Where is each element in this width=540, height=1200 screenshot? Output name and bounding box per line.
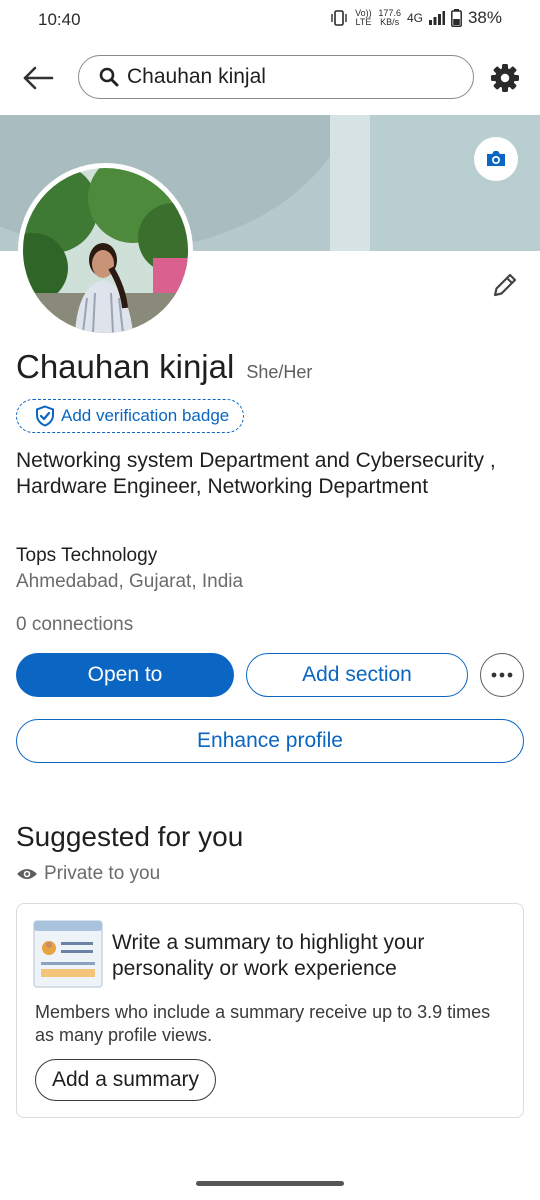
profile-name: Chauhan kinjal <box>16 348 235 385</box>
net-speed: 177.6 KB/s <box>378 9 401 27</box>
search-input[interactable]: Chauhan kinjal <box>78 55 474 99</box>
more-options-button[interactable] <box>480 653 524 697</box>
camera-icon <box>487 151 505 166</box>
status-bar: 10:40 Vo)) LTE 177.6 KB/s 4G 38% <box>0 0 540 40</box>
signal-icon <box>428 11 445 25</box>
eye-icon <box>17 869 37 879</box>
profile-avatar[interactable] <box>18 163 193 338</box>
suggestion-title: Write a summary to highlight your person… <box>112 931 425 980</box>
open-to-button[interactable]: Open to <box>16 653 234 697</box>
add-section-button[interactable]: Add section <box>246 653 468 697</box>
profile-location: Ahmedabad, Gujarat, India <box>16 571 244 592</box>
connections-count[interactable]: 0 connections <box>16 614 133 636</box>
suggestion-description: Members who include a summary receive up… <box>35 1002 491 1045</box>
status-icons: Vo)) LTE 177.6 KB/s 4G 38% <box>330 8 502 28</box>
suggestion-card: Write a summary to highlight your person… <box>16 903 524 1118</box>
privacy-label: Private to you <box>44 863 161 884</box>
volte-label: Vo)) LTE <box>355 8 372 27</box>
summary-illustration-icon <box>33 920 103 988</box>
privacy-note: Private to you <box>16 863 160 885</box>
settings-button[interactable] <box>488 61 522 95</box>
name-row: Chauhan kinjal She/Her <box>16 348 312 386</box>
search-query: Chauhan kinjal <box>127 65 266 88</box>
profile-company: Tops Technology <box>16 545 158 566</box>
edit-cover-button[interactable] <box>474 137 518 181</box>
suggested-title: Suggested for you <box>16 821 244 852</box>
network-type: 4G <box>406 11 423 25</box>
shield-check-icon <box>36 405 54 427</box>
battery-percent: 38% <box>467 8 502 27</box>
battery-icon <box>451 9 462 27</box>
profile-headline: Networking system Department and Cyberse… <box>16 449 496 498</box>
top-bar: Chauhan kinjal <box>0 54 540 104</box>
search-icon <box>99 67 119 87</box>
edit-profile-button[interactable] <box>488 268 522 302</box>
more-dots-icon <box>491 672 513 678</box>
back-arrow-icon <box>23 66 54 90</box>
profile-photo <box>23 168 188 333</box>
home-indicator[interactable] <box>196 1181 344 1186</box>
gear-icon <box>491 64 519 92</box>
add-summary-button[interactable]: Add a summary <box>35 1059 217 1101</box>
status-time: 10:40 <box>38 10 81 29</box>
back-button[interactable] <box>20 60 56 96</box>
add-verification-badge-button[interactable]: Add verification badge <box>16 399 245 433</box>
verification-label: Add verification badge <box>61 406 230 425</box>
profile-pronouns: She/Her <box>246 362 313 382</box>
enhance-profile-button[interactable]: Enhance profile <box>16 719 524 763</box>
vibrate-icon <box>331 10 348 26</box>
net-speed-unit: KB/s <box>380 17 400 27</box>
pencil-icon <box>493 273 517 297</box>
